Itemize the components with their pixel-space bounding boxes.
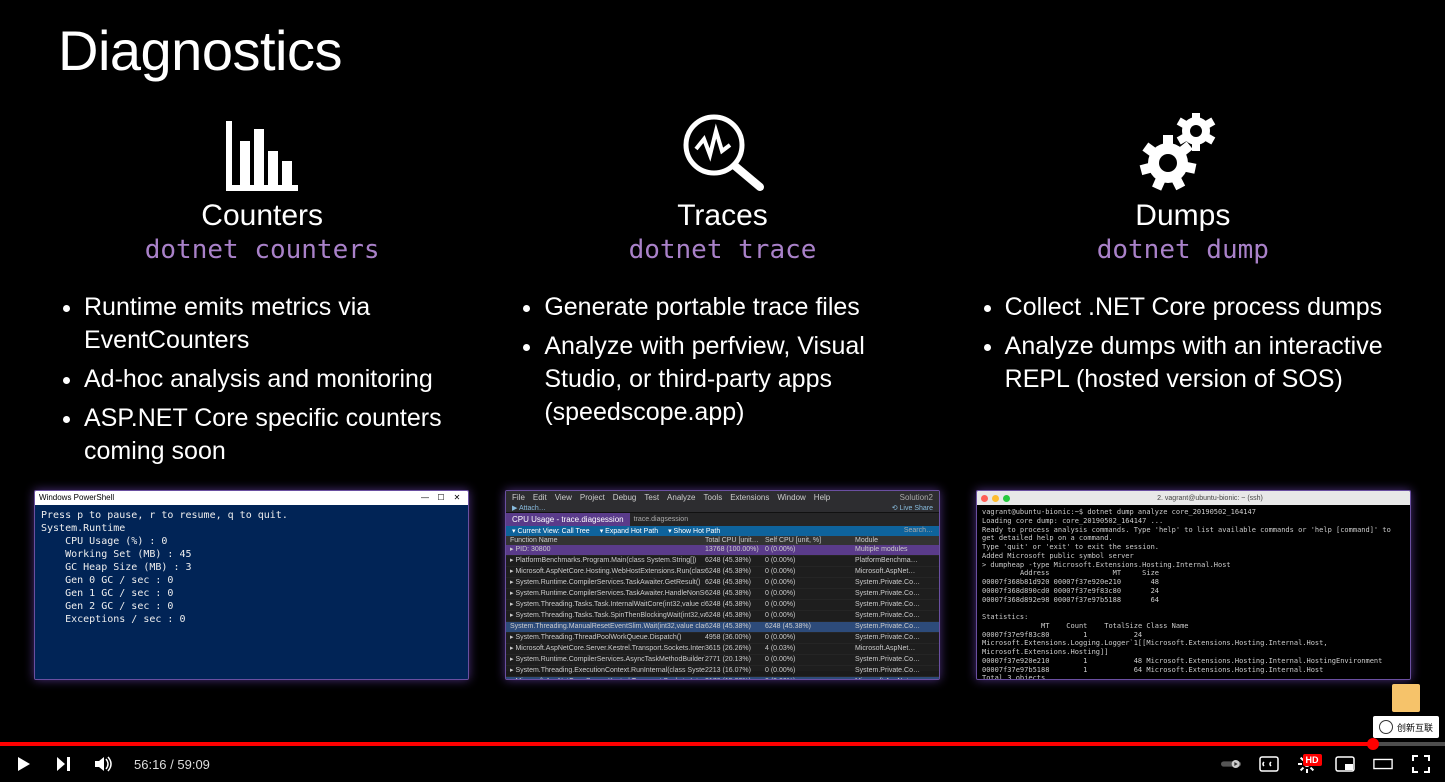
- powershell-screenshot: Windows PowerShell —☐✕ Press p to pause,…: [34, 490, 469, 680]
- progress-bar[interactable]: [0, 742, 1445, 746]
- next-button[interactable]: [54, 754, 74, 774]
- vs-rows: ▸ PID: 3080013768 (100.00%)0 (0.00%)Mult…: [506, 545, 939, 680]
- window-titlebar: Windows PowerShell —☐✕: [35, 491, 468, 505]
- bullet: Collect .NET Core process dumps: [1005, 291, 1385, 324]
- time-display: 56:16 / 59:09: [134, 757, 210, 772]
- col-command: dotnet dump: [953, 235, 1413, 265]
- play-button[interactable]: [14, 754, 34, 774]
- settings-button[interactable]: HD: [1297, 754, 1317, 774]
- columns: Counters dotnet counters Runtime emits m…: [20, 101, 1425, 474]
- bar-chart-icon: [32, 101, 492, 191]
- bullets: Runtime emits metrics via EventCounters …: [42, 291, 492, 468]
- col-traces: Traces dotnet trace Generate portable tr…: [492, 101, 952, 474]
- bullet: Runtime emits metrics via EventCounters: [84, 291, 464, 357]
- theater-button[interactable]: [1373, 754, 1393, 774]
- miniplayer-button[interactable]: [1335, 754, 1355, 774]
- captions-button[interactable]: [1259, 754, 1279, 774]
- bullet: Ad-hoc analysis and monitoring: [84, 363, 464, 396]
- screenshot-row: Windows PowerShell —☐✕ Press p to pause,…: [20, 480, 1425, 680]
- col-heading: Traces: [492, 199, 952, 233]
- bullet: Generate portable trace files: [544, 291, 924, 324]
- gears-icon: [953, 101, 1413, 191]
- video-controls: 56:16 / 59:09 HD: [0, 742, 1445, 782]
- slide-title: Diagnostics: [58, 18, 1425, 83]
- progress-fill: [0, 742, 1373, 746]
- terminal-screenshot: 2. vagrant@ubuntu-bionic: ~ (ssh) vagran…: [976, 490, 1411, 680]
- slide: Diagnostics Counters dotnet counters Run…: [0, 0, 1445, 742]
- mascot-icon: [1392, 684, 1420, 712]
- vs-subtoolbar: ▾ Current View: Call Tree▾ Expand Hot Pa…: [506, 526, 939, 536]
- col-heading: Counters: [32, 199, 492, 233]
- window-controls: —☐✕: [418, 491, 464, 505]
- hd-badge: HD: [1303, 754, 1322, 766]
- vs-columns: Function NameTotal CPU [unit…Self CPU [u…: [506, 536, 939, 545]
- col-command: dotnet counters: [32, 235, 492, 265]
- progress-scrubber[interactable]: [1367, 738, 1379, 750]
- bullets: Collect .NET Core process dumps Analyze …: [963, 291, 1413, 396]
- terminal-output: vagrant@ubuntu-bionic:~$ dotnet dump ana…: [977, 505, 1410, 680]
- col-heading: Dumps: [953, 199, 1413, 233]
- bullet: Analyze with perfview, Visual Studio, or…: [544, 330, 924, 429]
- autoplay-toggle[interactable]: [1221, 754, 1241, 774]
- col-counters: Counters dotnet counters Runtime emits m…: [32, 101, 492, 474]
- globe-icon: [1379, 720, 1393, 734]
- bullet: Analyze dumps with an interactive REPL (…: [1005, 330, 1385, 396]
- window-title: Windows PowerShell: [39, 491, 114, 505]
- bullet: ASP.NET Core specific counters coming so…: [84, 402, 464, 468]
- terminal-title: 2. vagrant@ubuntu-bionic: ~ (ssh): [1014, 495, 1406, 502]
- mac-titlebar: 2. vagrant@ubuntu-bionic: ~ (ssh): [977, 491, 1410, 505]
- vs-tabrow: CPU Usage - trace.diagsessiontrace.diags…: [506, 513, 939, 526]
- magnify-wave-icon: [492, 101, 952, 191]
- col-command: dotnet trace: [492, 235, 952, 265]
- fullscreen-button[interactable]: [1411, 754, 1431, 774]
- brand-logo: 创新互联: [1373, 716, 1439, 738]
- vs-tab: CPU Usage - trace.diagsession: [506, 513, 630, 526]
- bullets: Generate portable trace files Analyze wi…: [502, 291, 952, 429]
- vs-toolbar: ▶ Attach…⟲ Live Share: [506, 504, 939, 513]
- visualstudio-screenshot: FileEditViewProjectDebugTestAnalyzeTools…: [505, 490, 940, 680]
- vs-menu: FileEditViewProjectDebugTestAnalyzeTools…: [506, 491, 939, 504]
- col-dumps: Dumps dotnet dump Collect .NET Core proc…: [953, 101, 1413, 474]
- brand-overlay: 创新互联: [1373, 684, 1439, 738]
- powershell-output: Press p to pause, r to resume, q to quit…: [35, 505, 468, 680]
- volume-button[interactable]: [94, 754, 114, 774]
